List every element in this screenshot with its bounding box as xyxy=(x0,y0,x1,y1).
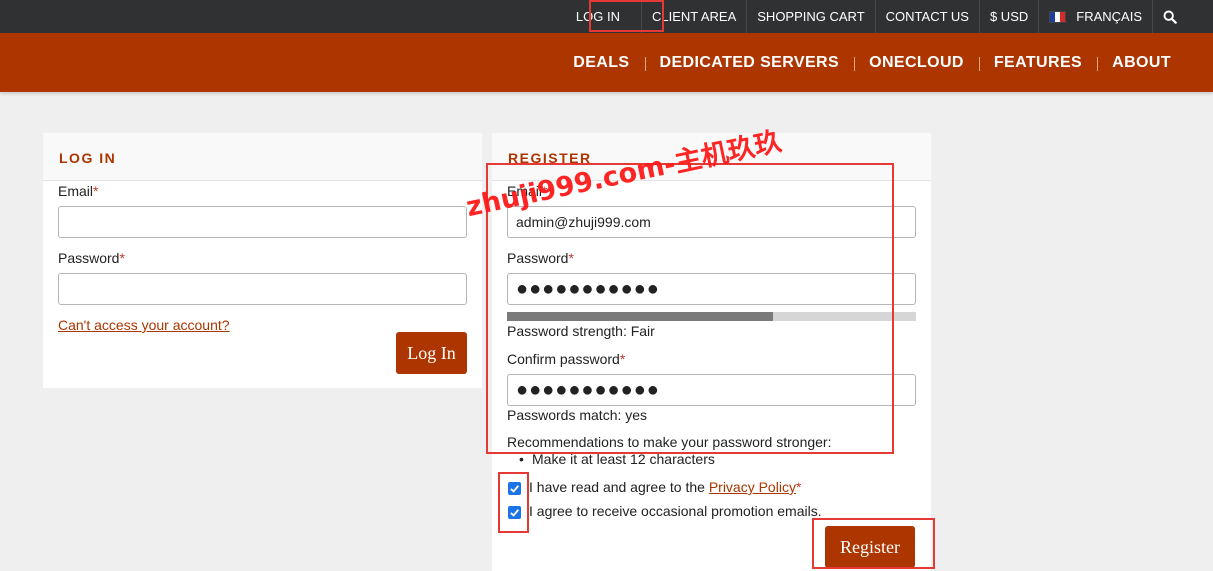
nav-deals[interactable]: DEALS xyxy=(558,54,644,72)
nav-onecloud[interactable]: ONECLOUD xyxy=(854,54,979,72)
confirm-password-label: Confirm password* xyxy=(507,351,625,367)
required-mark: * xyxy=(93,183,99,199)
required-mark: * xyxy=(619,351,626,367)
login-password-input[interactable] xyxy=(58,273,467,305)
language-selector[interactable]: FRANÇAIS xyxy=(1038,0,1152,33)
french-flag-icon xyxy=(1049,10,1067,23)
register-email-label: Email* xyxy=(507,183,547,199)
recommendation-item: Make it at least 12 characters xyxy=(519,451,715,467)
agree-privacy-checkbox[interactable] xyxy=(508,482,521,495)
search-button[interactable] xyxy=(1152,0,1187,33)
agree-privacy-label: I have read and agree to the Privacy Pol… xyxy=(529,479,801,495)
agree-privacy-text: I have read and agree to the xyxy=(529,479,709,495)
register-password-label-text: Password xyxy=(507,250,569,266)
register-panel-title: REGISTER xyxy=(508,150,592,166)
nav-about[interactable]: ABOUT xyxy=(1097,54,1187,72)
shopping-cart-link[interactable]: SHOPPING CART xyxy=(746,0,874,33)
required-mark: * xyxy=(542,183,548,199)
privacy-policy-link[interactable]: Privacy Policy xyxy=(709,479,796,495)
password-match-text: Passwords match: yes xyxy=(507,407,648,423)
login-email-label: Email* xyxy=(58,183,98,199)
register-submit-button[interactable]: Register xyxy=(825,526,915,568)
login-link[interactable]: LOG IN xyxy=(555,0,641,33)
password-strength-meter xyxy=(507,312,916,321)
promo-emails-checkbox[interactable] xyxy=(508,506,521,519)
search-icon xyxy=(1163,10,1177,24)
register-panel: REGISTER Email* Password* ●●●●●●●●●●● Pa… xyxy=(492,133,931,571)
main-nav-bar: DEALS DEDICATED SERVERS ONECLOUD FEATURE… xyxy=(0,33,1213,92)
required-mark: * xyxy=(119,250,125,266)
confirm-password-input[interactable]: ●●●●●●●●●●● xyxy=(507,374,916,406)
promo-emails-label: I agree to receive occasional promotion … xyxy=(529,503,822,519)
register-email-input[interactable] xyxy=(507,206,916,238)
login-submit-button[interactable]: Log In xyxy=(396,332,467,374)
checkmark-icon xyxy=(510,485,520,493)
password-strength-text: Password strength: Fair xyxy=(507,323,655,339)
currency-selector[interactable]: $ USD xyxy=(978,0,1038,33)
checkmark-icon xyxy=(510,509,520,517)
register-email-label-text: Email xyxy=(507,183,543,199)
login-email-input[interactable] xyxy=(58,206,467,238)
required-mark: * xyxy=(568,250,574,266)
contact-us-link[interactable]: CONTACT US xyxy=(874,0,979,33)
login-password-label: Password* xyxy=(58,250,125,266)
utility-nav: LOG IN CLIENT AREA SHOPPING CART CONTACT… xyxy=(555,0,1187,33)
required-mark: * xyxy=(795,479,802,495)
login-email-label-text: Email xyxy=(58,183,94,199)
client-area-link[interactable]: CLIENT AREA xyxy=(640,0,746,33)
login-panel: LOG IN Email* Password* Can't access you… xyxy=(43,133,482,388)
recommendations-title: Recommendations to make your password st… xyxy=(507,434,832,450)
forgot-account-link[interactable]: Can't access your account? xyxy=(58,317,230,333)
password-strength-fill xyxy=(507,312,773,321)
main-nav: DEALS DEDICATED SERVERS ONECLOUD FEATURE… xyxy=(558,33,1187,92)
nav-dedicated-servers[interactable]: DEDICATED SERVERS xyxy=(644,54,855,72)
login-password-label-text: Password xyxy=(58,250,120,266)
language-label: FRANÇAIS xyxy=(1076,9,1142,24)
login-panel-title: LOG IN xyxy=(59,150,117,166)
nav-features[interactable]: FEATURES xyxy=(978,54,1097,72)
register-password-label: Password* xyxy=(507,250,574,266)
utility-bar: LOG IN CLIENT AREA SHOPPING CART CONTACT… xyxy=(0,0,1213,33)
register-password-input[interactable]: ●●●●●●●●●●● xyxy=(507,273,916,305)
recommendations-list: Make it at least 12 characters xyxy=(519,451,715,467)
confirm-password-label-text: Confirm password xyxy=(507,351,620,367)
